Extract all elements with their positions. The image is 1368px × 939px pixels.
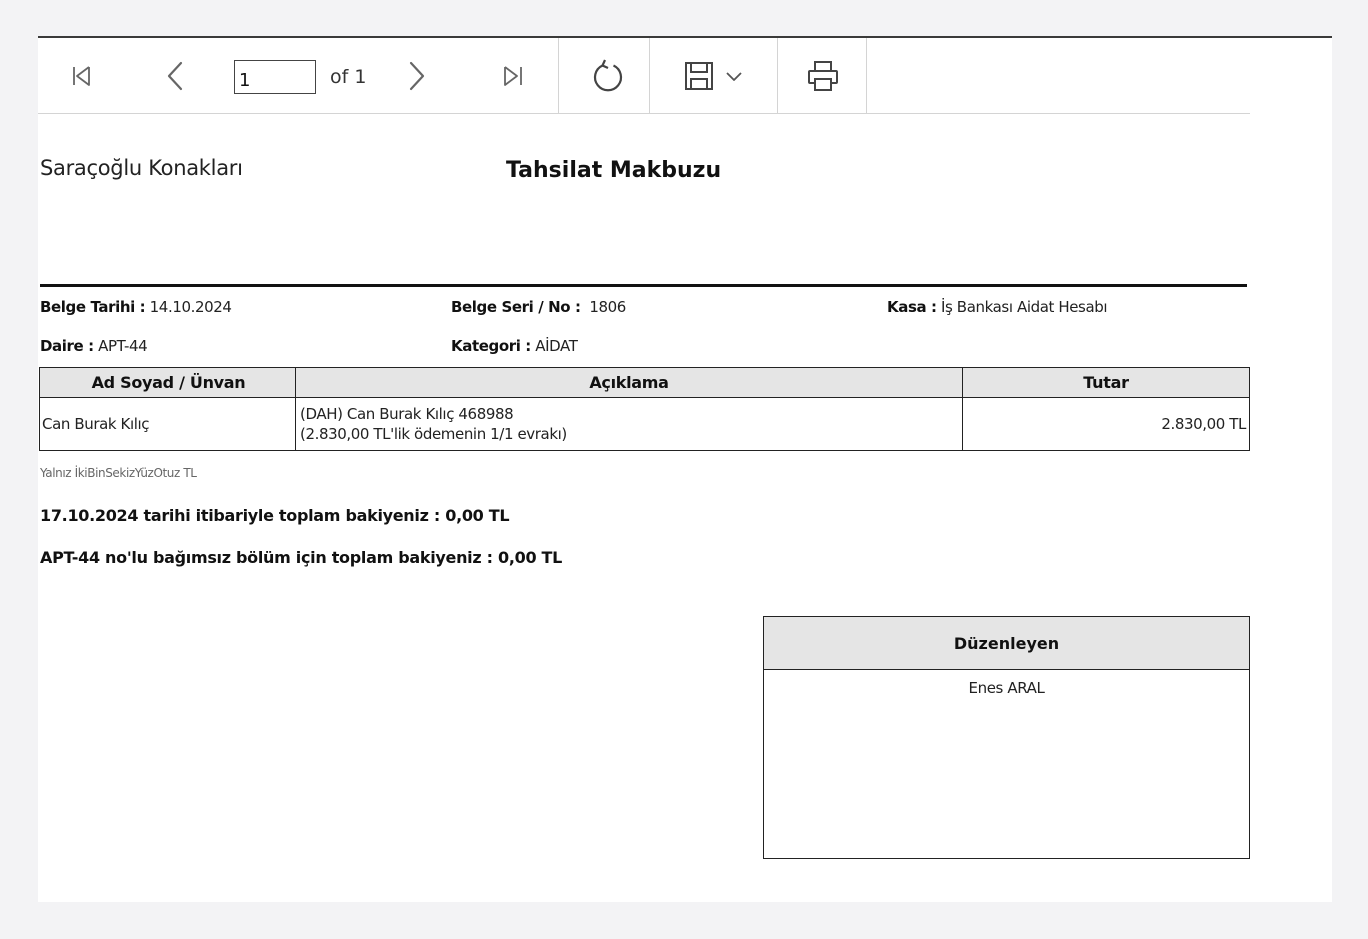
company-name: Saraçoğlu Konakları [40,156,243,180]
refresh-icon [590,58,626,94]
page-count-label: of 1 [330,66,367,88]
save-export-button[interactable] [668,38,758,114]
belge-seri-field: Belge Seri / No : 1806 [451,298,626,316]
report-toolbar: of 1 [38,38,1250,114]
column-header-amount: Tutar [962,367,1250,398]
refresh-button[interactable] [568,38,648,114]
kasa-field: Kasa : İş Bankası Aidat Hesabı [887,298,1108,316]
document-title: Tahsilat Makbuzu [506,158,722,183]
row-name-cell: Can Burak Kılıç [39,397,296,451]
print-button[interactable] [793,38,853,114]
table-row: Can Burak Kılıç (DAH) Can Burak Kılıç 46… [39,397,1250,451]
daire-field: Daire : APT-44 [40,337,148,355]
previous-page-icon [161,60,189,92]
amount-in-words: Yalnız İkiBinSekizYüzOtuz TL [40,466,197,480]
belge-tarihi-value: 14.10.2024 [145,298,232,316]
toolbar-separator [558,38,559,114]
row-description-cell: (DAH) Can Burak Kılıç 468988 (2.830,00 T… [295,397,963,451]
next-page-button[interactable] [392,38,442,114]
belge-tarihi-label: Belge Tarihi : [40,298,146,316]
kategori-label: Kategori : [451,337,531,355]
kategori-value: AİDAT [530,337,578,355]
first-page-icon [67,62,95,90]
page-number-input[interactable] [234,60,316,94]
print-icon [806,59,840,93]
belge-tarihi-field: Belge Tarihi : 14.10.2024 [40,298,232,316]
last-page-icon [499,62,527,90]
signature-header: Düzenleyen [764,617,1249,670]
next-page-icon [403,60,431,92]
kasa-label: Kasa : [887,298,937,316]
signature-box: Düzenleyen Enes ARAL [763,616,1250,859]
chevron-down-icon [725,67,743,85]
column-header-name: Ad Soyad / Ünvan [39,367,296,398]
save-icon [683,60,715,92]
kategori-field: Kategori : AİDAT [451,337,578,355]
first-page-button[interactable] [56,38,106,114]
header-divider [40,284,1247,287]
description-line-1: (DAH) Can Burak Kılıç 468988 [300,405,514,423]
column-header-description: Açıklama [295,367,963,398]
signature-name: Enes ARAL [968,679,1045,697]
balance-by-unit: APT-44 no'lu bağımsız bölüm için toplam … [40,548,563,567]
daire-value: APT-44 [93,337,148,355]
payment-table: Ad Soyad / Ünvan Açıklama Tutar Can Bura… [39,367,1250,451]
toolbar-separator [649,38,650,114]
table-header-row: Ad Soyad / Ünvan Açıklama Tutar [39,367,1250,398]
daire-label: Daire : [40,337,94,355]
description-line-2: (2.830,00 TL'lik ödemenin 1/1 evrakı) [300,425,567,443]
report-viewer-panel: of 1 [38,36,1332,902]
last-page-button[interactable] [488,38,538,114]
toolbar-separator [866,38,867,114]
kasa-value: İş Bankası Aidat Hesabı [936,298,1108,316]
toolbar-separator [777,38,778,114]
row-amount-cell: 2.830,00 TL [962,397,1250,451]
balance-by-date: 17.10.2024 tarihi itibariyle toplam baki… [40,506,510,525]
belge-seri-value: 1806 [580,298,626,316]
belge-seri-label: Belge Seri / No : [451,298,581,316]
previous-page-button[interactable] [150,38,200,114]
